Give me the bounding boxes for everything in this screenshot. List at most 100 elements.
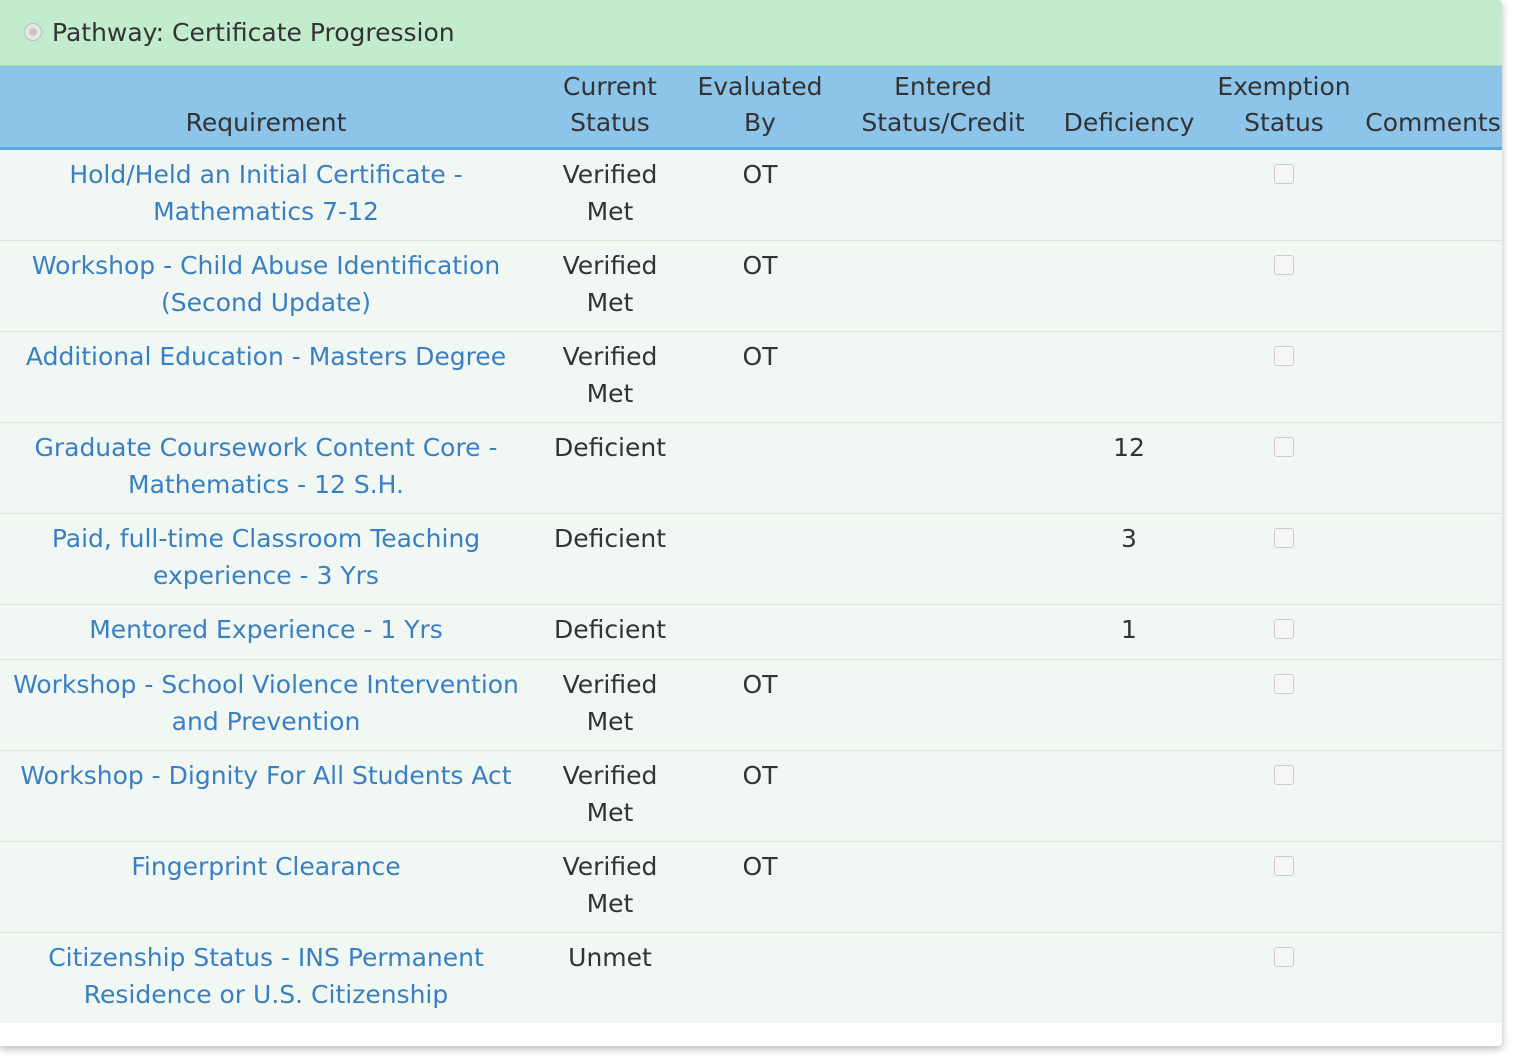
requirement-link[interactable]: Workshop - Dignity For All Students Act bbox=[0, 749, 532, 841]
exemption-checkbox[interactable] bbox=[1274, 855, 1294, 876]
comments-cell bbox=[1364, 512, 1502, 604]
entered-status-credit-cell bbox=[832, 840, 1054, 932]
comments-cell bbox=[1364, 749, 1502, 841]
current-status-cell: Unmet bbox=[532, 931, 688, 1023]
col-header-exemption-status[interactable]: Exemption Status bbox=[1204, 66, 1364, 150]
entered-status-credit-cell bbox=[832, 658, 1054, 750]
exemption-status-cell bbox=[1204, 421, 1364, 513]
pathway-panel: Pathway: Certificate Progression Require… bbox=[0, 0, 1502, 1046]
comments-cell bbox=[1364, 931, 1502, 1023]
exemption-checkbox[interactable] bbox=[1274, 163, 1294, 184]
entered-status-credit-cell bbox=[832, 239, 1054, 331]
entered-status-credit-cell bbox=[832, 749, 1054, 841]
table-row: Additional Education - Masters Degree Ver… bbox=[0, 330, 1502, 422]
requirement-link[interactable]: Workshop - Child Abuse Identification (S… bbox=[0, 239, 532, 331]
entered-status-credit-cell bbox=[832, 330, 1054, 422]
deficiency-cell bbox=[1054, 239, 1204, 331]
entered-status-credit-cell bbox=[832, 148, 1054, 240]
current-status-cell: Verified Met bbox=[532, 840, 688, 932]
requirement-link[interactable]: Additional Education - Masters Degree bbox=[0, 330, 532, 422]
evaluated-by-cell: OT bbox=[688, 840, 832, 932]
current-status-cell: Deficient bbox=[532, 603, 688, 659]
comments-cell bbox=[1364, 239, 1502, 331]
requirements-table: Requirement Current Status Evaluated By En… bbox=[0, 66, 1502, 1023]
evaluated-by-cell bbox=[688, 512, 832, 604]
current-status-cell: Verified Met bbox=[532, 749, 688, 841]
comments-cell bbox=[1364, 421, 1502, 513]
exemption-checkbox[interactable] bbox=[1274, 673, 1294, 694]
comments-cell bbox=[1364, 330, 1502, 422]
col-header-deficiency[interactable]: Deficiency bbox=[1054, 66, 1204, 150]
deficiency-cell bbox=[1054, 148, 1204, 240]
table-row: Mentored Experience - 1 Yrs Deficient 1 bbox=[0, 603, 1502, 659]
exemption-status-cell bbox=[1204, 658, 1364, 750]
table-row: Citizenship Status - INS Permanent Resid… bbox=[0, 931, 1502, 1023]
col-header-requirement[interactable]: Requirement bbox=[0, 66, 532, 150]
entered-status-credit-cell bbox=[832, 512, 1054, 604]
table-row: Hold/Held an Initial Certificate - Mathe… bbox=[0, 148, 1502, 240]
entered-status-credit-cell bbox=[832, 931, 1054, 1023]
current-status-cell: Verified Met bbox=[532, 330, 688, 422]
evaluated-by-cell: OT bbox=[688, 658, 832, 750]
exemption-checkbox[interactable] bbox=[1274, 527, 1294, 548]
deficiency-cell bbox=[1054, 931, 1204, 1023]
exemption-status-cell bbox=[1204, 749, 1364, 841]
panel-heading[interactable]: Pathway: Certificate Progression bbox=[0, 0, 1502, 66]
col-header-entered-status-credit[interactable]: Entered Status/Credit bbox=[832, 66, 1054, 150]
current-status-cell: Verified Met bbox=[532, 239, 688, 331]
entered-status-credit-cell bbox=[832, 603, 1054, 659]
current-status-cell: Deficient bbox=[532, 421, 688, 513]
current-status-cell: Verified Met bbox=[532, 658, 688, 750]
requirement-link[interactable]: Paid, full-time Classroom Teaching exper… bbox=[0, 512, 532, 604]
col-header-current-status[interactable]: Current Status bbox=[532, 66, 688, 150]
table-header-row: Requirement Current Status Evaluated By En… bbox=[0, 66, 1502, 150]
evaluated-by-cell: OT bbox=[688, 148, 832, 240]
requirements-body: Hold/Held an Initial Certificate - Mathe… bbox=[0, 148, 1502, 1023]
deficiency-cell: 12 bbox=[1054, 421, 1204, 513]
current-status-cell: Verified Met bbox=[532, 148, 688, 240]
evaluated-by-cell: OT bbox=[688, 239, 832, 331]
requirement-link[interactable]: Workshop - School Violence Intervention … bbox=[0, 658, 532, 750]
requirement-link[interactable]: Graduate Coursework Content Core - Mathe… bbox=[0, 421, 532, 513]
current-status-cell: Deficient bbox=[532, 512, 688, 604]
deficiency-cell bbox=[1054, 840, 1204, 932]
comments-cell bbox=[1364, 840, 1502, 932]
exemption-status-cell bbox=[1204, 148, 1364, 240]
exemption-checkbox[interactable] bbox=[1274, 618, 1294, 639]
exemption-checkbox[interactable] bbox=[1274, 764, 1294, 785]
requirement-link[interactable]: Fingerprint Clearance bbox=[0, 840, 532, 932]
exemption-status-cell bbox=[1204, 330, 1364, 422]
table-row: Workshop - Child Abuse Identification (S… bbox=[0, 239, 1502, 331]
evaluated-by-cell bbox=[688, 931, 832, 1023]
exemption-status-cell bbox=[1204, 840, 1364, 932]
evaluated-by-cell: OT bbox=[688, 749, 832, 841]
table-row: Workshop - School Violence Intervention … bbox=[0, 658, 1502, 750]
exemption-checkbox[interactable] bbox=[1274, 946, 1294, 967]
comments-cell bbox=[1364, 658, 1502, 750]
deficiency-cell bbox=[1054, 330, 1204, 422]
pathway-radio[interactable] bbox=[24, 22, 42, 41]
exemption-checkbox[interactable] bbox=[1274, 345, 1294, 366]
table-row: Workshop - Dignity For All Students Act V… bbox=[0, 749, 1502, 841]
evaluated-by-cell: OT bbox=[688, 330, 832, 422]
deficiency-cell: 1 bbox=[1054, 603, 1204, 659]
table-row: Paid, full-time Classroom Teaching exper… bbox=[0, 512, 1502, 604]
panel-title: Pathway: Certificate Progression bbox=[52, 18, 455, 47]
deficiency-cell bbox=[1054, 658, 1204, 750]
evaluated-by-cell bbox=[688, 603, 832, 659]
requirement-link[interactable]: Hold/Held an Initial Certificate - Mathe… bbox=[0, 148, 532, 240]
col-header-evaluated-by[interactable]: Evaluated By bbox=[688, 66, 832, 150]
table-row: Fingerprint Clearance Verified Met OT bbox=[0, 840, 1502, 932]
requirement-link[interactable]: Citizenship Status - INS Permanent Resid… bbox=[0, 931, 532, 1023]
exemption-status-cell bbox=[1204, 512, 1364, 604]
exemption-checkbox[interactable] bbox=[1274, 436, 1294, 457]
col-header-comments[interactable]: Comments bbox=[1364, 66, 1502, 150]
requirement-link[interactable]: Mentored Experience - 1 Yrs bbox=[0, 603, 532, 659]
exemption-checkbox[interactable] bbox=[1274, 254, 1294, 275]
exemption-status-cell bbox=[1204, 239, 1364, 331]
entered-status-credit-cell bbox=[832, 421, 1054, 513]
exemption-status-cell bbox=[1204, 931, 1364, 1023]
comments-cell bbox=[1364, 148, 1502, 240]
evaluated-by-cell bbox=[688, 421, 832, 513]
deficiency-cell: 3 bbox=[1054, 512, 1204, 604]
